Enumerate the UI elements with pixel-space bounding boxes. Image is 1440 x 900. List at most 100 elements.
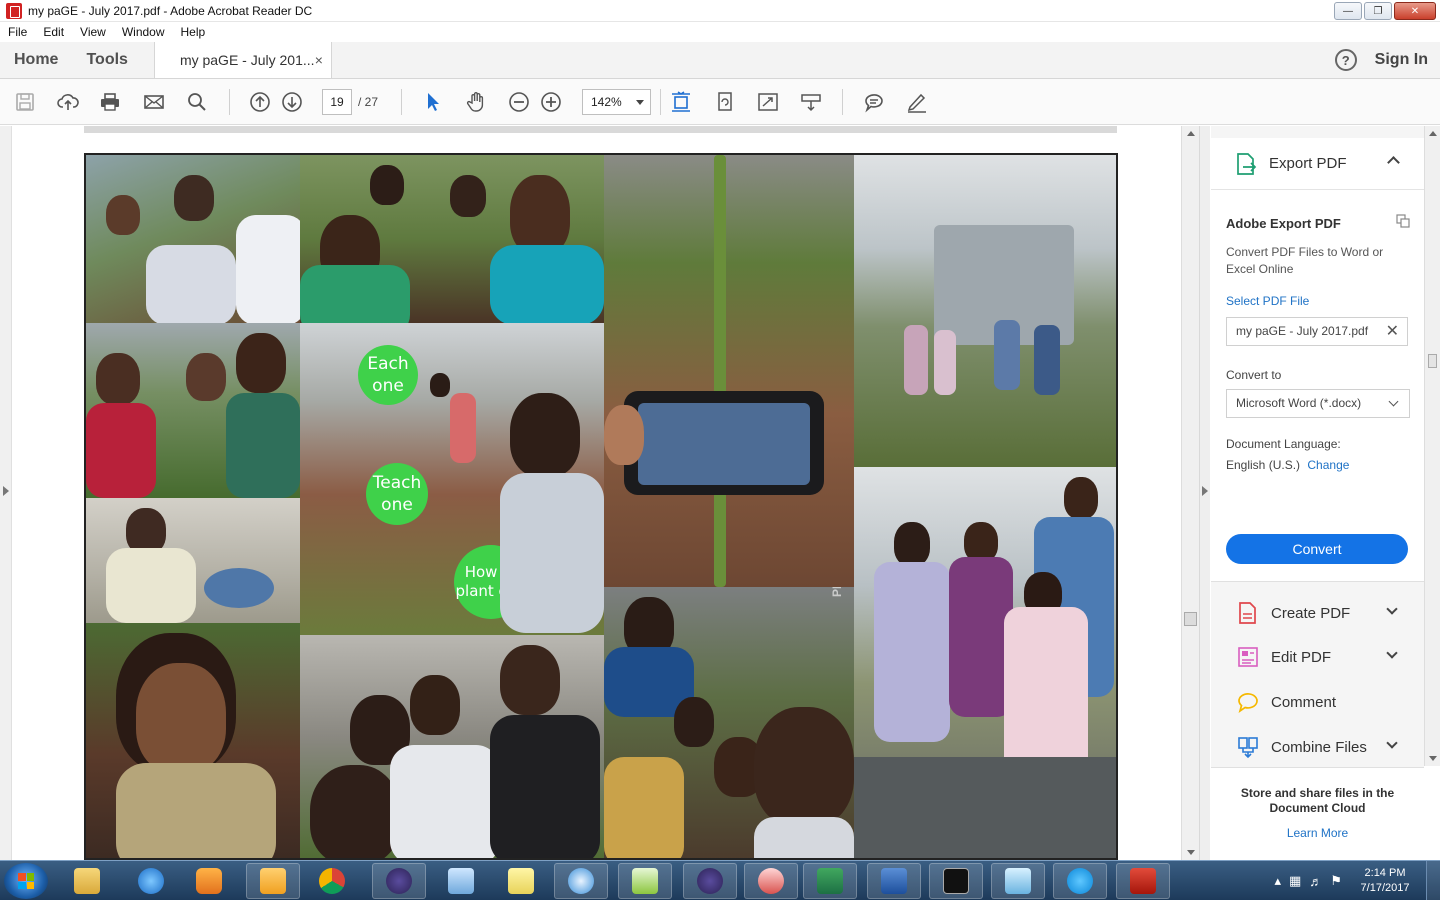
upload-cloud-icon[interactable] (56, 90, 80, 114)
taskbar-outlook[interactable] (246, 863, 300, 899)
page-number-input[interactable]: 19 (322, 89, 352, 115)
edit-pdf-tool[interactable]: Edit PDF (1211, 635, 1424, 679)
selected-file-name: my paGE - July 2017.pdf (1236, 324, 1369, 338)
select-pdf-file-link[interactable]: Select PDF File (1226, 294, 1309, 308)
fit-page-icon[interactable] (669, 90, 693, 114)
scroll-down-icon[interactable] (1429, 756, 1437, 761)
previous-page-icon[interactable] (248, 90, 272, 114)
create-pdf-tool[interactable]: Create PDF (1211, 591, 1424, 635)
clear-file-icon[interactable]: ✕ (1386, 318, 1399, 345)
zoom-level-select[interactable]: 142% (582, 89, 651, 115)
main-toolbar (0, 79, 1440, 125)
taskbar-command-prompt[interactable] (929, 863, 983, 899)
menu-edit[interactable]: Edit (43, 25, 64, 39)
tab-tools[interactable]: Tools (72, 42, 141, 78)
taskbar-eclipse[interactable] (372, 863, 426, 899)
comment-tool-icon[interactable] (862, 90, 886, 114)
menu-bar: File Edit View Window Help (0, 22, 1440, 42)
chevron-up-icon[interactable] (1387, 156, 1400, 169)
taskbar-internet-explorer[interactable] (124, 863, 178, 899)
save-icon[interactable] (13, 90, 37, 114)
taskbar-communicator[interactable] (554, 863, 608, 899)
sign-pen-icon[interactable] (905, 90, 929, 114)
show-hidden-icons-icon[interactable]: ▴ (1275, 873, 1282, 889)
taskbar-remote-desktop[interactable] (434, 863, 488, 899)
convert-to-value: Microsoft Word (*.docx) (1236, 396, 1362, 410)
restore-button[interactable]: ❐ (1364, 2, 1392, 20)
scroll-mode-icon[interactable] (799, 90, 823, 114)
menu-window[interactable]: Window (122, 25, 165, 39)
minimize-button[interactable]: — (1334, 2, 1362, 20)
network-icon[interactable]: ▦ (1289, 873, 1301, 889)
taskbar-notepad-plus[interactable] (618, 863, 672, 899)
close-tab-icon[interactable]: × (315, 52, 323, 68)
taskbar-acrobat[interactable] (1116, 863, 1170, 899)
convert-to-select[interactable]: Microsoft Word (*.docx) (1226, 389, 1410, 418)
taskbar-explorer[interactable] (60, 863, 114, 899)
notepad-plus-icon (632, 868, 658, 894)
taskbar-eclipse-2[interactable] (683, 863, 737, 899)
zoom-out-icon[interactable] (507, 90, 531, 114)
right-pane-toggle[interactable] (1199, 126, 1210, 860)
scroll-down-icon[interactable] (1187, 850, 1195, 855)
scroll-thumb[interactable] (1428, 354, 1437, 368)
eclipse-icon (386, 868, 412, 894)
help-icon[interactable]: ? (1334, 49, 1357, 71)
system-tray: ▴ ▦ ♬ ⚑ 2:14 PM 7/17/2017 (1275, 861, 1440, 900)
close-window-button[interactable]: ✕ (1394, 2, 1436, 20)
document-view[interactable]: Each one Teach one How to plant one (0, 126, 1200, 860)
menu-help[interactable]: Help (181, 25, 206, 39)
scroll-up-icon[interactable] (1429, 131, 1437, 136)
print-icon[interactable] (98, 90, 122, 114)
taskbar-chrome[interactable] (305, 863, 359, 899)
flag-icon[interactable]: ⚑ (1330, 873, 1342, 889)
clock-date: 7/17/2017 (1360, 882, 1410, 894)
word-icon (881, 868, 907, 894)
email-icon[interactable] (142, 90, 166, 114)
command-prompt-icon (943, 868, 969, 894)
selected-file-field[interactable]: my paGE - July 2017.pdf ✕ (1226, 317, 1408, 346)
scroll-thumb[interactable] (1184, 612, 1197, 626)
full-screen-icon[interactable] (756, 90, 780, 114)
copy-icon[interactable] (1396, 214, 1410, 228)
menu-view[interactable]: View (80, 25, 106, 39)
menu-file[interactable]: File (8, 25, 27, 39)
taskbar-snipping-tool[interactable] (744, 863, 798, 899)
select-tool-icon[interactable] (421, 90, 445, 114)
rotate-view-icon[interactable] (713, 90, 737, 114)
zoom-in-icon[interactable] (539, 90, 563, 114)
taskbar-skype[interactable] (1053, 863, 1107, 899)
hand-tool-icon[interactable] (464, 90, 488, 114)
left-panel-toggle[interactable] (0, 126, 12, 860)
scroll-up-icon[interactable] (1187, 131, 1195, 136)
taskbar-excel[interactable] (803, 863, 857, 899)
tab-home[interactable]: Home (0, 42, 72, 78)
taskbar-media-player[interactable] (182, 863, 236, 899)
tools-pane: Export PDF Adobe Export PDF Convert PDF … (1211, 126, 1424, 860)
document-scrollbar[interactable] (1181, 126, 1199, 860)
acrobat-app-icon (6, 2, 22, 19)
volume-icon[interactable]: ♬ (1309, 874, 1322, 889)
taskbar-sticky-notes[interactable] (494, 863, 548, 899)
sign-in-link[interactable]: Sign In (1375, 51, 1428, 69)
taskbar-word[interactable] (867, 863, 921, 899)
start-button[interactable] (4, 863, 48, 899)
zoom-level-value: 142% (591, 95, 622, 109)
photo-tile (300, 635, 604, 858)
change-language-link[interactable]: Change (1307, 458, 1349, 472)
app-window-icon (1005, 868, 1031, 894)
learn-more-link[interactable]: Learn More (1211, 826, 1424, 840)
convert-button[interactable]: Convert (1226, 534, 1408, 564)
combine-files-tool[interactable]: Combine Files (1211, 725, 1424, 769)
tools-pane-scrollbar[interactable] (1424, 126, 1440, 766)
next-page-icon[interactable] (280, 90, 304, 114)
show-desktop-button[interactable] (1426, 861, 1440, 900)
taskbar-app[interactable] (991, 863, 1045, 899)
search-icon[interactable] (185, 90, 209, 114)
comment-tool[interactable]: Comment (1211, 680, 1424, 724)
tab-document[interactable]: my paGE - July 201... × (153, 42, 332, 78)
system-clock[interactable]: 2:14 PM 7/17/2017 (1350, 866, 1420, 896)
photo-tile: PICSART (604, 587, 854, 858)
export-pdf-header[interactable]: Export PDF (1211, 138, 1424, 190)
bubble-teach-one: Teach one (366, 463, 428, 525)
